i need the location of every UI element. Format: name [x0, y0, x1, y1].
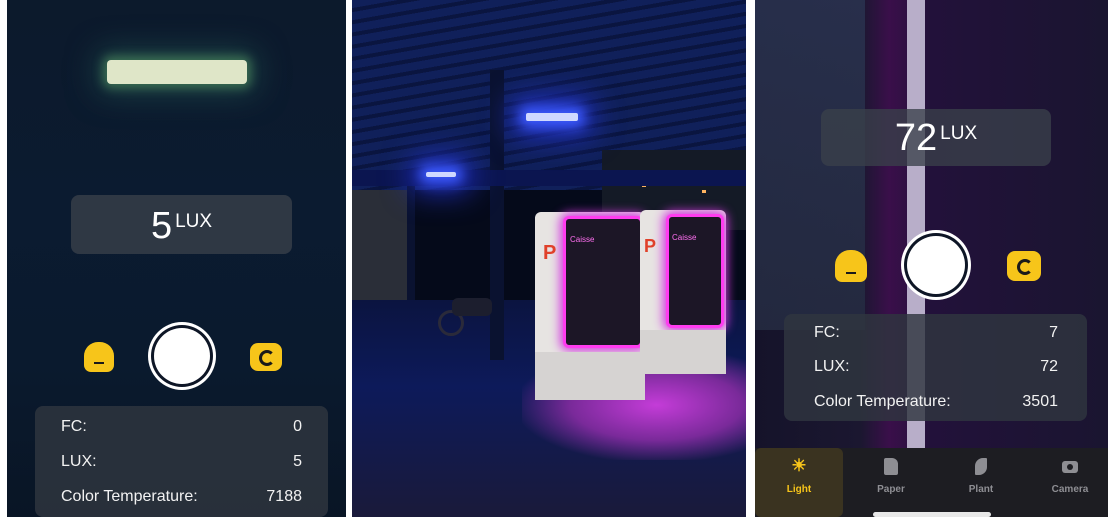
tab-camera[interactable]: Camera — [1026, 448, 1108, 517]
background-building-left — [352, 190, 412, 300]
stat-value: 5 — [293, 453, 302, 470]
screen-light-meter-dark: 5 LUX FC: 0 LUX: 5 Color Temperature: 71… — [7, 0, 346, 517]
lux-readout: 5 LUX — [71, 195, 292, 254]
tab-label: Camera — [1051, 484, 1089, 495]
stat-label: LUX: — [61, 453, 97, 470]
stat-row-lux: LUX: 72 — [814, 358, 1058, 376]
lux-readout-value: 5 — [150, 205, 173, 247]
stat-row-fc: FC: 7 — [814, 324, 1058, 342]
stat-row-fc: FC: 0 — [61, 418, 302, 436]
parked-scooter — [438, 292, 498, 336]
capture-button[interactable] — [154, 328, 210, 384]
rotate-camera-icon[interactable] — [250, 343, 282, 371]
tab-paper[interactable]: Paper — [847, 448, 935, 517]
parking-p-sign: P — [543, 242, 557, 264]
rotate-camera-icon[interactable] — [1007, 251, 1041, 281]
parking-p-sign: P — [644, 236, 657, 256]
pay-station-base — [640, 330, 726, 374]
stat-row-color-temperature: Color Temperature: 7188 — [61, 488, 302, 506]
stat-value: 7188 — [266, 488, 302, 505]
capture-button[interactable] — [907, 236, 965, 294]
pay-station-screen: Caisse — [666, 214, 724, 328]
stat-value: 0 — [293, 418, 302, 435]
lux-readout: 72 LUX — [821, 109, 1051, 166]
pay-station-sign: Caisse — [672, 233, 697, 242]
stat-row-color-temperature: Color Temperature: 3501 — [814, 393, 1058, 411]
lux-readout-unit: LUX — [175, 211, 213, 232]
stat-label: Color Temperature: — [814, 393, 951, 410]
tab-label: Plant — [968, 484, 994, 495]
pay-station-sign: Caisse — [570, 235, 595, 244]
tab-light[interactable]: ☀ Light — [755, 448, 843, 517]
ceiling-light — [526, 113, 578, 121]
stat-label: FC: — [61, 418, 87, 435]
canopy-beam — [352, 170, 746, 186]
canopy-pillar-far — [407, 180, 415, 300]
home-indicator — [873, 512, 991, 517]
camera-preview-light-fixture — [107, 60, 247, 84]
screen-light-meter-purple: 72 LUX FC: 7 LUX: 72 Color Temperature: … — [755, 0, 1108, 517]
save-icon[interactable] — [835, 250, 867, 282]
ceiling-light-far — [426, 172, 456, 177]
pay-station-right: Caisse P — [640, 210, 726, 374]
photo-parking-pay-stations: Caisse P Caisse P — [352, 0, 746, 517]
pay-station-screen: Caisse — [563, 216, 643, 348]
stat-label: FC: — [814, 324, 840, 341]
lux-readout-unit: LUX — [940, 123, 978, 144]
sun-icon: ☀ — [791, 456, 807, 475]
pay-station-left: Caisse P — [535, 212, 645, 400]
tab-plant[interactable]: Plant — [937, 448, 1025, 517]
save-icon[interactable] — [84, 342, 114, 372]
tab-label: Light — [786, 484, 812, 495]
stat-value: 3501 — [1022, 393, 1058, 410]
stat-label: Color Temperature: — [61, 488, 198, 505]
stats-panel: FC: 0 LUX: 5 Color Temperature: 7188 — [35, 406, 328, 517]
stat-value: 7 — [1049, 324, 1058, 341]
stat-value: 72 — [1040, 358, 1058, 375]
leaf-icon — [937, 456, 1025, 476]
pay-station-base — [535, 352, 645, 400]
tab-bar: ☀ Light Paper Plant Camera — [755, 448, 1108, 517]
stat-row-lux: LUX: 5 — [61, 453, 302, 471]
camera-icon — [1026, 456, 1108, 476]
stat-label: LUX: — [814, 358, 850, 375]
tab-label: Paper — [877, 484, 905, 495]
lux-readout-value: 72 — [894, 117, 938, 159]
paper-icon — [847, 456, 935, 476]
stats-panel: FC: 7 LUX: 72 Color Temperature: 3501 — [784, 314, 1087, 421]
